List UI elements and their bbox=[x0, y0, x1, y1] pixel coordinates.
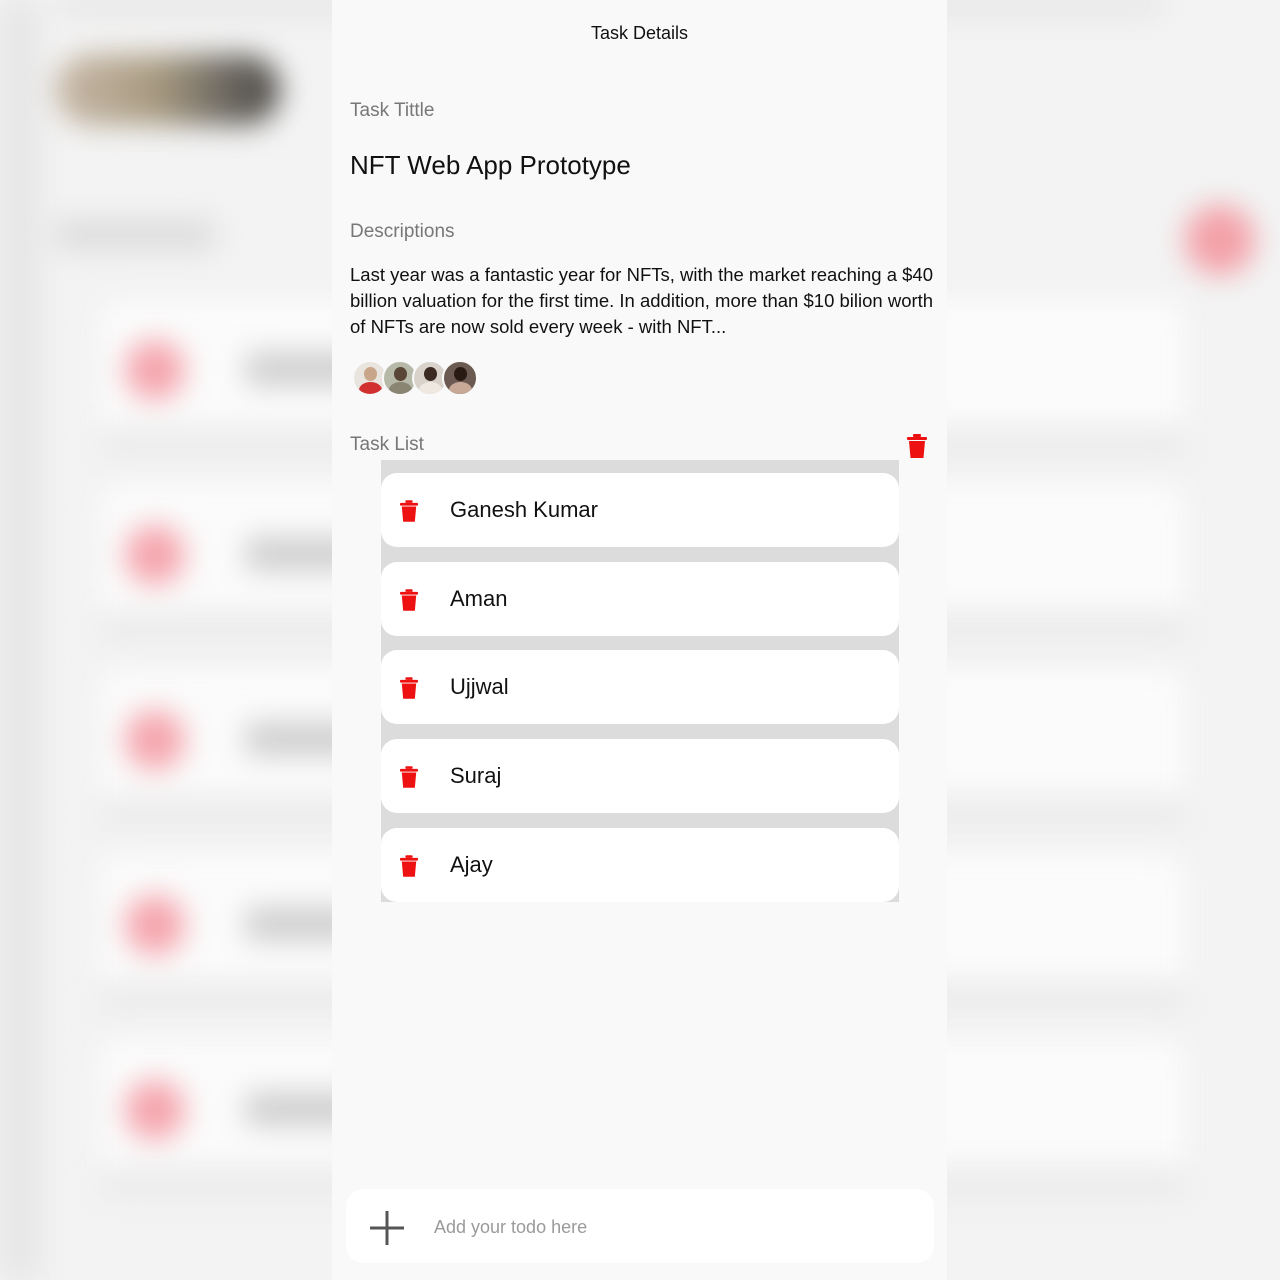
background-heading bbox=[55, 220, 215, 250]
list-item[interactable]: Ujjwal bbox=[381, 650, 899, 724]
list-item[interactable]: Aman bbox=[381, 562, 899, 636]
task-title: NFT Web App Prototype bbox=[350, 150, 631, 180]
task-name: Ganesh Kumar bbox=[450, 497, 598, 522]
task-title-label: Task Tittle bbox=[350, 100, 435, 121]
list-item[interactable]: Ganesh Kumar bbox=[381, 473, 899, 547]
trash-icon[interactable] bbox=[400, 677, 418, 699]
assignee-avatars bbox=[352, 360, 478, 396]
background-shade bbox=[0, 0, 40, 1280]
descriptions-label: Descriptions bbox=[350, 221, 455, 242]
task-name: Ujjwal bbox=[450, 674, 509, 699]
avatar[interactable] bbox=[442, 360, 478, 396]
trash-icon[interactable] bbox=[400, 766, 418, 788]
trash-icon[interactable] bbox=[400, 855, 418, 877]
plus-icon[interactable] bbox=[370, 1211, 404, 1245]
background-fab bbox=[1185, 205, 1255, 275]
trash-icon[interactable] bbox=[907, 434, 927, 458]
task-name: Suraj bbox=[450, 763, 502, 788]
add-todo-input[interactable] bbox=[432, 1207, 916, 1247]
task-description: Last year was a fantastic year for NFTs,… bbox=[350, 264, 934, 337]
task-name: Ajay bbox=[450, 852, 493, 877]
add-todo-bar bbox=[346, 1189, 934, 1263]
list-item[interactable]: Ajay bbox=[381, 828, 899, 902]
task-list: Ganesh Kumar Aman Ujjwal Suraj Ajay bbox=[381, 460, 899, 902]
task-list-label: Task List bbox=[350, 434, 424, 455]
background-banner bbox=[55, 55, 280, 125]
trash-icon[interactable] bbox=[400, 589, 418, 611]
list-item[interactable]: Suraj bbox=[381, 739, 899, 813]
panel-title: Task Details bbox=[590, 23, 689, 43]
trash-icon[interactable] bbox=[400, 500, 418, 522]
task-name: Aman bbox=[450, 586, 508, 611]
task-details-panel: Task Details Task Tittle NFT Web App Pro… bbox=[332, 0, 947, 1280]
